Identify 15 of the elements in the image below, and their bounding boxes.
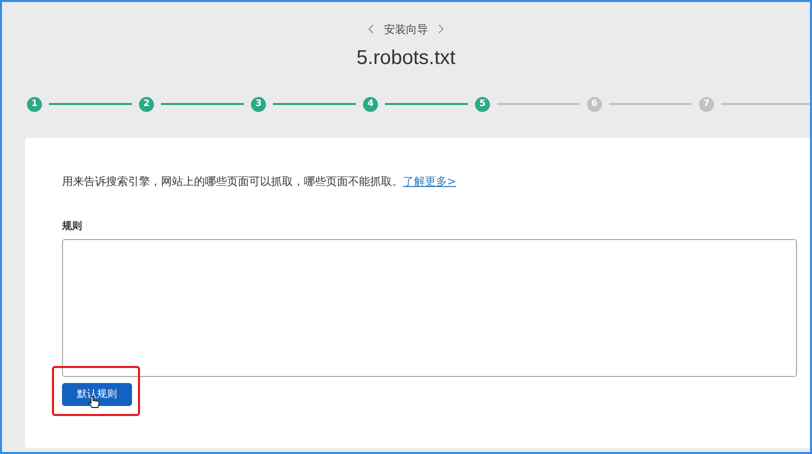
wizard-title: 安装向导 bbox=[384, 22, 428, 36]
description: 用来告诉搜索引擎，网站上的哪些页面可以抓取，哪些页面不能抓取。 bbox=[62, 175, 403, 188]
field-label: 规则 bbox=[62, 220, 83, 233]
step-marker: 3 bbox=[251, 96, 266, 112]
page-title: 5.robots.txt bbox=[356, 47, 456, 70]
step-marker: 1 bbox=[27, 96, 42, 112]
step-marker: 7 bbox=[699, 96, 714, 112]
chevron-right-icon[interactable] bbox=[438, 24, 444, 34]
rules-field[interactable] bbox=[62, 239, 797, 377]
step-marker: 2 bbox=[139, 96, 154, 112]
step-marker: 5 bbox=[475, 96, 490, 112]
step-marker: 4 bbox=[363, 96, 378, 112]
step-marker: 6 bbox=[587, 96, 602, 112]
chevron-left-icon[interactable] bbox=[368, 24, 374, 34]
learn-more-link[interactable]: 了解更多> bbox=[403, 175, 456, 188]
